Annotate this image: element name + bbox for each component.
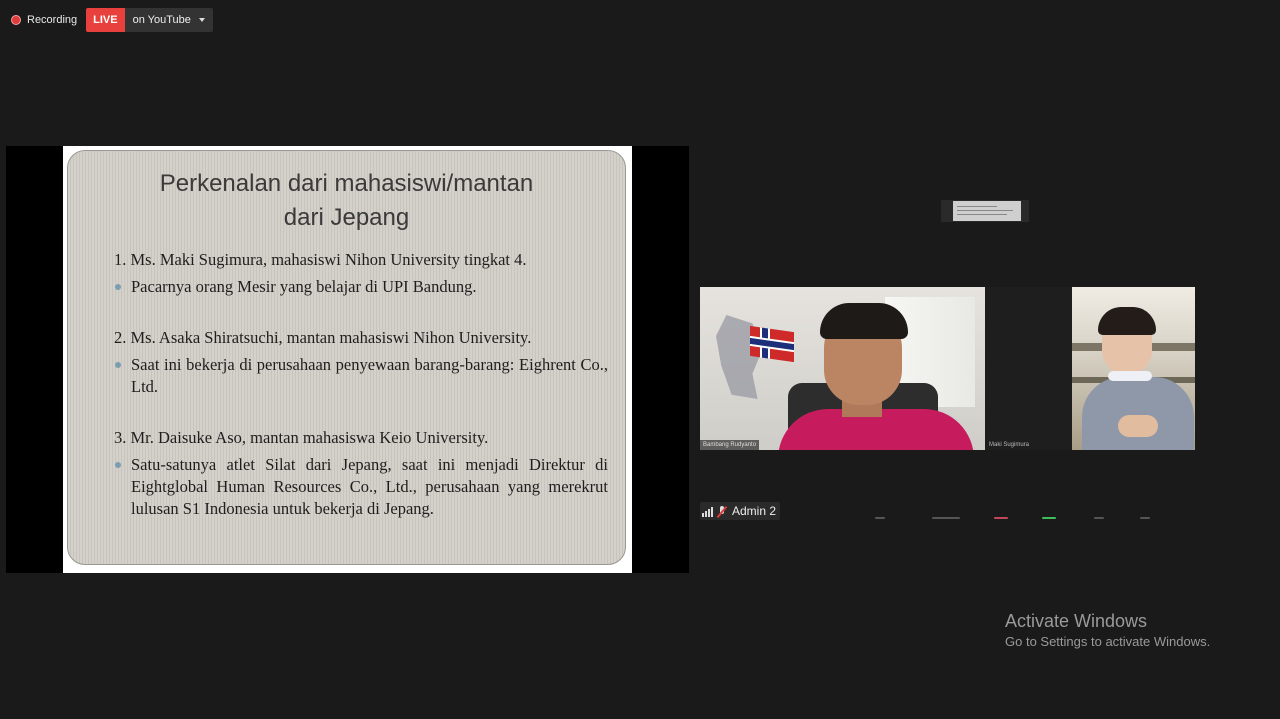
slide-item: 3. Mr. Daisuke Aso, mantan mahasiswa Kei… xyxy=(114,427,608,520)
slide-title: Perkenalan dari mahasiswi/mantan dari Je… xyxy=(68,167,625,235)
slide-bullet-text: Saat ini bekerja di perusahaan penyewaan… xyxy=(131,355,608,396)
activation-title: Activate Windows xyxy=(1005,611,1148,631)
participant-gallery: Bambang Rudyanto Maki Sugimura xyxy=(700,200,1280,520)
participant-hair xyxy=(820,303,908,339)
slide-title-line-2: dari Jepang xyxy=(283,204,410,231)
participant-hair xyxy=(1098,307,1156,335)
slide-item-heading: 2. Ms. Asaka Shiratsuchi, mantan mahasis… xyxy=(114,328,532,347)
bullet-dot-icon xyxy=(115,462,121,468)
toolbar-ghost-icon xyxy=(1140,517,1150,519)
video-tile-participant-2[interactable] xyxy=(1072,287,1195,450)
slide-bullet: Satu-satunya atlet Silat dari Jepang, sa… xyxy=(114,454,608,520)
slide-title-line-1: Perkenalan dari mahasiswi/mantan xyxy=(159,170,534,197)
slide-panel: Perkenalan dari mahasiswi/mantan dari Je… xyxy=(67,150,626,565)
participant-name: Bambang Rudyanto xyxy=(703,442,757,448)
slide-bullet-text: Pacarnya orang Mesir yang belajar di UPI… xyxy=(131,277,477,296)
slide-bullet-text: Satu-satunya atlet Silat dari Jepang, sa… xyxy=(131,455,608,518)
signal-strength-icon xyxy=(702,506,714,517)
flag-decoration xyxy=(750,325,794,363)
participant-name: Maki Sugimura xyxy=(989,442,1030,448)
participant-hands xyxy=(1118,415,1158,437)
recording-status-bar: Recording LIVE on YouTube xyxy=(8,7,213,32)
recording-indicator[interactable]: Recording xyxy=(8,7,85,32)
slide-bullet: Saat ini bekerja di perusahaan penyewaan… xyxy=(114,354,608,398)
slide-item: 1. Ms. Maki Sugimura, mahasiswi Nihon Un… xyxy=(114,249,608,298)
slide-item-heading: 1. Ms. Maki Sugimura, mahasiswi Nihon Un… xyxy=(114,250,527,269)
video-tile-participant-1[interactable]: Bambang Rudyanto xyxy=(700,287,985,450)
mini-shared-screen-thumbnail[interactable] xyxy=(941,200,1029,222)
bullet-dot-icon xyxy=(115,362,121,368)
slide-body: 1. Ms. Maki Sugimura, mahasiswi Nihon Un… xyxy=(114,249,608,520)
participant-body xyxy=(1082,377,1194,450)
live-badge: LIVE xyxy=(86,7,125,32)
mini-screen-preview xyxy=(953,201,1021,221)
presentation-slide: Perkenalan dari mahasiswi/mantan dari Je… xyxy=(63,146,632,573)
caret-down-icon xyxy=(198,17,205,22)
record-dot-icon xyxy=(11,14,21,25)
toolbar-ghost-icon xyxy=(1094,517,1104,519)
face-mask xyxy=(1108,371,1152,381)
toolbar-ghost-icon xyxy=(932,517,960,519)
toolbar-ghost-icon xyxy=(994,517,1008,519)
slide-bullet: Pacarnya orang Mesir yang belajar di UPI… xyxy=(114,276,608,298)
video-tile-gap xyxy=(985,287,1072,450)
mini-line xyxy=(957,214,1007,215)
shared-screen[interactable]: Perkenalan dari mahasiswi/mantan dari Je… xyxy=(6,146,689,573)
mini-line xyxy=(957,206,997,207)
self-view-toolbar xyxy=(700,516,1220,520)
live-platform-label: on YouTube xyxy=(132,13,191,26)
mini-line xyxy=(957,210,1013,211)
participant-name-tag: Bambang Rudyanto xyxy=(700,440,760,450)
participant-2-name-tag: Maki Sugimura xyxy=(989,441,1029,449)
recording-label: Recording xyxy=(27,13,78,26)
slide-item: 2. Ms. Asaka Shiratsuchi, mantan mahasis… xyxy=(114,327,608,398)
slide-item-heading: 3. Mr. Daisuke Aso, mantan mahasiswa Kei… xyxy=(114,428,489,447)
toolbar-ghost-icon xyxy=(1042,517,1056,519)
toolbar-ghost-icon xyxy=(875,517,885,519)
live-platform-dropdown[interactable]: on YouTube xyxy=(124,7,213,32)
live-stream-control[interactable]: LIVE on YouTube xyxy=(86,7,213,32)
muted-microphone-icon xyxy=(718,505,726,517)
activation-subtitle: Go to Settings to activate Windows. xyxy=(1005,634,1211,649)
bullet-dot-icon xyxy=(115,284,121,290)
windows-activation-watermark: Activate Windows Go to Settings to activ… xyxy=(1005,610,1210,651)
